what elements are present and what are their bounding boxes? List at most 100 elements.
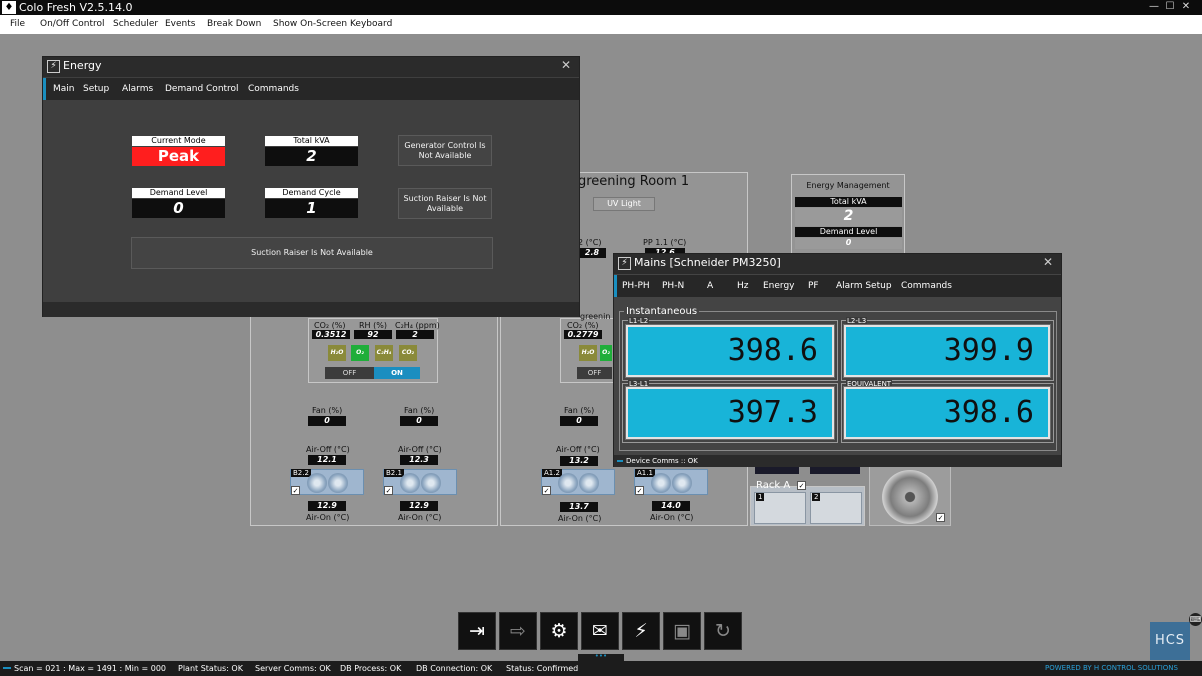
device-comms-status: Device Comms :: OK <box>626 457 698 465</box>
uv-light-button[interactable]: UV Light <box>593 197 655 211</box>
current-mode-label: Current Mode <box>132 136 225 146</box>
rack-a-checkbox[interactable]: ✓ <box>797 481 806 490</box>
condenser-checkbox[interactable]: ✓ <box>936 513 945 522</box>
close-app-button[interactable]: ✕ <box>1178 0 1194 14</box>
compressor-2-tag: 2 <box>812 493 821 501</box>
tab-setup[interactable]: Setup <box>83 78 109 100</box>
menu-events[interactable]: Events <box>165 15 195 34</box>
rack-a-label: Rack A <box>756 480 791 491</box>
reading-l1-l2-value: 398.6 <box>625 324 835 378</box>
room-pp-label: PP 1.1 (°C) <box>643 238 687 247</box>
suction-raiser-wide-notice: Suction Raiser Is Not Available <box>131 237 493 269</box>
energy-window: ⚡ Energy ✕ Main Setup Alarms Demand Cont… <box>42 56 580 317</box>
z2-airon2-value: 14.0 <box>652 501 690 511</box>
z1-airon2-label: Air-On (°C) <box>398 513 442 522</box>
z2-chip-h2o: H₂O <box>579 345 597 361</box>
reading-l3-l1-value: 397.3 <box>625 386 835 440</box>
menu-scheduler[interactable]: Scheduler <box>113 15 158 34</box>
tab-main[interactable]: Main <box>53 78 75 100</box>
z1-rh-label: RH (%) <box>359 321 387 330</box>
z2-airoff1-value: 13.2 <box>560 456 598 466</box>
evaporator-fan-b2-2[interactable]: B2.2 <box>290 469 364 495</box>
fan-tag: A1.2 <box>542 469 562 477</box>
user-settings-icon: ⚙ <box>550 620 568 642</box>
user-settings-button[interactable]: ⚙ <box>540 612 578 650</box>
z1-chip-o2: O₂ <box>351 345 369 361</box>
z1-fan1-value: 0 <box>308 416 346 426</box>
compressor-1[interactable]: 1 <box>754 492 806 524</box>
z2-fan1-label: Fan (%) <box>564 406 595 415</box>
tab-ph-ph[interactable]: PH-PH <box>622 275 650 297</box>
save-icon: ▣ <box>673 620 691 642</box>
energy-button[interactable]: ⚡ <box>622 612 660 650</box>
instantaneous-label: Instantaneous <box>624 306 700 317</box>
z1-c2h4-label: C₂H₄ (ppm) <box>395 321 440 330</box>
login-button[interactable]: ⇥ <box>458 612 496 650</box>
z1-fan1-label: Fan (%) <box>312 406 343 415</box>
mains-window-title: Mains [Schneider PM3250] <box>634 256 781 269</box>
condenser-fan-panel[interactable]: ✓ <box>869 466 951 526</box>
mail-button[interactable]: ✉ <box>581 612 619 650</box>
em-kva-value: 2 <box>795 208 902 226</box>
evaporator-fan-a1-1[interactable]: A1.1 <box>634 469 708 495</box>
energy-close-button[interactable]: ✕ <box>561 58 571 72</box>
energy-window-header[interactable]: ⚡ Energy ✕ <box>43 57 579 77</box>
z1-airon2-value: 12.9 <box>400 501 438 511</box>
hcs-logo: HCS <box>1150 622 1190 660</box>
tab-pf[interactable]: PF <box>808 275 819 297</box>
fan-a1-1-checkbox[interactable]: ✓ <box>635 486 644 495</box>
z1-airoff1-value: 12.1 <box>308 455 346 465</box>
plant-status: Plant Status: OK <box>178 664 243 673</box>
fan-b2-1-checkbox[interactable]: ✓ <box>384 486 393 495</box>
refresh-button[interactable]: ↻ <box>704 612 742 650</box>
mains-window-header[interactable]: ⚡ Mains [Schneider PM3250] ✕ <box>614 254 1061 274</box>
menu-break-down[interactable]: Break Down <box>207 15 261 34</box>
toolbar-handle[interactable]: ••• <box>578 653 624 661</box>
generator-control-notice: Generator Control Is Not Available <box>398 135 492 166</box>
mains-close-button[interactable]: ✕ <box>1043 255 1053 269</box>
menu-show-keyboard[interactable]: Show On-Screen Keyboard <box>273 15 392 34</box>
em-demand-label: Demand Level <box>795 227 902 237</box>
refresh-icon: ↻ <box>715 620 731 642</box>
evaporator-fan-b2-1[interactable]: B2.1 <box>383 469 457 495</box>
tab-energy[interactable]: Energy <box>763 275 795 297</box>
menu-file[interactable]: File <box>10 15 25 34</box>
tab-alarms[interactable]: Alarms <box>122 78 153 100</box>
z2-toggle-off[interactable]: OFF <box>577 367 612 379</box>
tab-commands[interactable]: Commands <box>248 78 299 100</box>
save-button[interactable]: ▣ <box>663 612 701 650</box>
tab-commands[interactable]: Commands <box>901 275 952 297</box>
maximize-button[interactable]: ☐ <box>1162 0 1178 14</box>
menu-bar: File On/Off Control Scheduler Events Bre… <box>0 15 1202 34</box>
powered-by: POWERED BY H CONTROL SOLUTIONS <box>1045 664 1178 672</box>
login-icon: ⇥ <box>469 620 485 642</box>
em-kva-label: Total kVA <box>795 197 902 207</box>
tab-demand-control[interactable]: Demand Control <box>165 78 239 100</box>
compressor-2[interactable]: 2 <box>810 492 862 524</box>
logout-button[interactable]: ⇨ <box>499 612 537 650</box>
server-comms-status: Server Comms: OK <box>255 664 331 673</box>
db-connection-status: DB Connection: OK <box>416 664 493 673</box>
mains-tabs: PH-PH PH-N A Hz Energy PF Alarm Setup Co… <box>614 275 1061 297</box>
z1-toggle-on[interactable]: ON <box>374 367 420 379</box>
mains-footer: Device Comms :: OK <box>614 455 1061 467</box>
z2-partial-label: greenin <box>580 312 611 321</box>
z2-co2-value: 0.2779 <box>564 330 602 339</box>
mail-icon: ✉ <box>592 620 608 642</box>
fan-tag: B2.2 <box>291 469 311 477</box>
confirmed-status: Status: Confirmed <box>506 664 579 673</box>
tab-ph-n[interactable]: PH-N <box>662 275 684 297</box>
z1-toggle-off[interactable]: OFF <box>325 367 374 379</box>
z1-airon1-label: Air-On (°C) <box>306 513 350 522</box>
fan-b2-2-checkbox[interactable]: ✓ <box>291 486 300 495</box>
evaporator-fan-a1-2[interactable]: A1.2 <box>541 469 615 495</box>
tab-hz[interactable]: Hz <box>737 275 749 297</box>
menu-on-off-control[interactable]: On/Off Control <box>40 15 105 34</box>
tab-alarm-setup[interactable]: Alarm Setup <box>836 275 892 297</box>
fan-a1-2-checkbox[interactable]: ✓ <box>542 486 551 495</box>
z1-co2-label: CO₂ (%) <box>314 321 346 330</box>
keyboard-icon[interactable]: ⌨ <box>1189 613 1202 626</box>
tab-a[interactable]: A <box>707 275 713 297</box>
minimize-button[interactable]: — <box>1146 0 1162 14</box>
z1-airoff2-value: 12.3 <box>400 455 438 465</box>
